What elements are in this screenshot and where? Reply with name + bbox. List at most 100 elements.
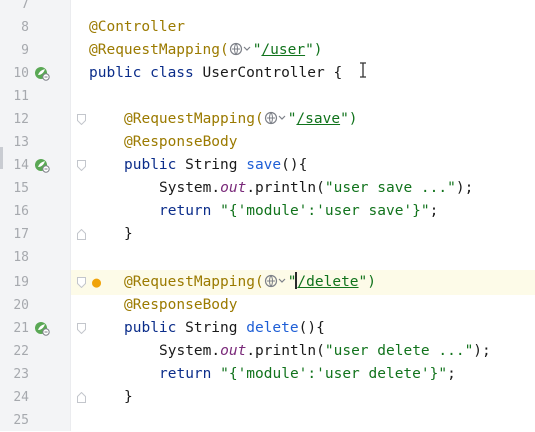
code-text[interactable]: @ResponseBody <box>124 131 238 154</box>
line-number: 9 <box>21 43 29 58</box>
url-path-save[interactable]: /save <box>296 111 340 127</box>
code-text[interactable]: @RequestMapping("/delete") <box>124 271 376 294</box>
code-line[interactable]: 16 return "{'module':'user save'}"; <box>0 200 535 223</box>
annotation-controller: @Controller <box>89 19 186 35</box>
line-number: 15 <box>13 181 29 196</box>
annotation-response-body: @ResponseBody <box>124 134 238 150</box>
punctuation: ); <box>455 180 474 196</box>
spring-bean-icon[interactable] <box>34 320 50 336</box>
keyword: return <box>159 366 221 382</box>
web-endpoint-icon[interactable] <box>264 110 288 125</box>
punctuation: ; <box>429 203 439 219</box>
string-literal: "user delete ..." <box>324 343 474 359</box>
code-text[interactable]: @Controller <box>89 16 185 39</box>
code-line[interactable]: 15 System.out.println("user save ..."); <box>0 177 535 200</box>
code-text[interactable]: } <box>124 223 133 246</box>
class-ref: System. <box>159 180 221 196</box>
line-number: 18 <box>13 250 29 265</box>
code-line[interactable]: 13 @ResponseBody <box>0 131 535 154</box>
fold-icon[interactable] <box>77 160 86 171</box>
string-literal: "{'module':'user delete'}" <box>220 366 448 382</box>
string-quote-close: ") <box>340 111 358 127</box>
punctuation: (){ <box>281 157 308 173</box>
line-number: 16 <box>13 204 29 219</box>
line-number: 25 <box>13 413 29 428</box>
line-number: 7 <box>21 0 29 12</box>
code-line[interactable]: 21 public String delete(){ <box>0 317 535 340</box>
method-call: .println( <box>246 180 325 196</box>
string-quote-close: ") <box>358 274 376 290</box>
type-name: String <box>185 320 247 336</box>
static-field: out <box>220 180 247 196</box>
fold-icon[interactable] <box>77 392 86 403</box>
annotation-request-mapping: @RequestMapping( <box>124 274 264 290</box>
code-text[interactable]: System.out.println("user save ..."); <box>159 177 473 200</box>
line-number: 22 <box>13 344 29 359</box>
method-name-delete: delete <box>246 320 299 336</box>
punctuation: ; <box>447 366 456 382</box>
url-path-user[interactable]: /user <box>261 42 305 58</box>
keyword: public <box>124 157 186 173</box>
spring-bean-icon[interactable] <box>34 157 50 173</box>
keyword: return <box>159 203 221 219</box>
code-text[interactable]: System.out.println("user delete ..."); <box>159 340 491 363</box>
closing-brace: } <box>124 389 133 405</box>
spring-bean-icon[interactable] <box>34 65 50 81</box>
code-line[interactable]: 12 @RequestMapping("/save") <box>0 108 535 131</box>
text-cursor-icon <box>360 62 366 78</box>
web-endpoint-icon[interactable] <box>264 273 288 288</box>
fold-icon[interactable] <box>77 114 86 125</box>
code-line[interactable]: 10 public class UserController { <box>0 62 535 85</box>
fold-icon[interactable] <box>77 323 86 334</box>
method-name-save: save <box>246 157 282 173</box>
code-text[interactable]: public String save(){ <box>124 154 307 177</box>
code-line: 18 <box>0 246 535 269</box>
code-line[interactable]: 14 public String save(){ <box>0 154 535 177</box>
url-path-delete[interactable]: /delete <box>297 274 358 290</box>
line-number: 24 <box>13 390 29 405</box>
code-text[interactable]: @RequestMapping("/user") <box>89 39 323 62</box>
class-ref: System. <box>159 343 221 359</box>
line-number: 19 <box>13 275 29 290</box>
line-number: 13 <box>13 135 29 150</box>
code-line[interactable]: 23 return "{'module':'user delete'}"; <box>0 363 535 386</box>
annotation-request-mapping: @RequestMapping( <box>89 42 229 58</box>
punctuation: ); <box>473 343 491 359</box>
punctuation: (){ <box>298 320 325 336</box>
keyword: public <box>124 320 186 336</box>
code-line[interactable]: 22 System.out.println("user delete ...")… <box>0 340 535 363</box>
code-line[interactable]: 24 } <box>0 386 535 409</box>
web-endpoint-icon[interactable] <box>229 41 253 56</box>
line-number: 12 <box>13 112 29 127</box>
code-line[interactable]: 20 @ResponseBody <box>0 294 535 317</box>
code-line[interactable]: 19 ● @RequestMapping("/delete") <box>0 271 535 294</box>
string-literal: "user save ..." <box>324 180 456 196</box>
code-text[interactable]: public class UserController { <box>89 62 342 85</box>
code-text[interactable]: return "{'module':'user delete'}"; <box>159 363 456 386</box>
keyword: public class <box>89 65 203 81</box>
line-number: 10 <box>13 66 29 81</box>
code-text[interactable]: } <box>124 386 133 409</box>
line-number: 20 <box>13 298 29 313</box>
code-line: 11 <box>0 85 535 108</box>
code-text[interactable]: return "{'module':'user save'}"; <box>159 200 438 223</box>
code-text[interactable]: @RequestMapping("/save") <box>124 108 358 131</box>
fold-icon[interactable] <box>77 229 86 240</box>
closing-brace: } <box>124 226 133 242</box>
annotation-response-body: @ResponseBody <box>124 297 238 313</box>
code-line[interactable]: 9 @RequestMapping("/user") <box>0 39 535 62</box>
string-literal: "{'module':'user save'}" <box>220 203 430 219</box>
code-line[interactable]: 8 @Controller <box>0 16 535 39</box>
fold-icon[interactable] <box>77 277 86 288</box>
annotation-request-mapping: @RequestMapping( <box>124 111 264 127</box>
line-number: 23 <box>13 367 29 382</box>
code-text[interactable]: public String delete(){ <box>124 317 325 340</box>
static-field: out <box>220 343 247 359</box>
string-quote-close: ") <box>305 42 323 58</box>
line-number: 11 <box>13 89 29 104</box>
line-number: 8 <box>21 20 29 35</box>
code-text[interactable]: @ResponseBody <box>124 294 238 317</box>
intention-bulb-icon[interactable]: ● <box>92 271 101 294</box>
method-call: .println( <box>246 343 325 359</box>
code-line[interactable]: 17 } <box>0 223 535 246</box>
